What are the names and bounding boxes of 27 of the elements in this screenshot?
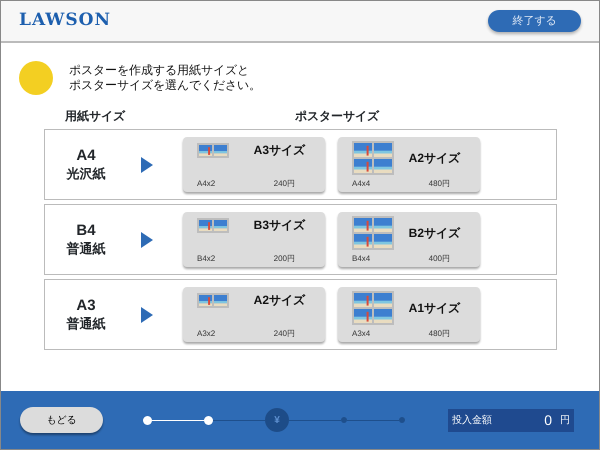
arrow-right-icon bbox=[141, 232, 153, 248]
amount-label: 投入金額 bbox=[452, 414, 492, 428]
back-button[interactable]: もどる bbox=[20, 407, 103, 433]
instruction-text: ポスターサイズを選んでください。 bbox=[69, 78, 261, 93]
logo: LAWSON bbox=[19, 9, 112, 32]
paper-type-label: 普通紙 bbox=[66, 316, 106, 332]
poster-size-button[interactable]: B3サイズ B4x2 200円 bbox=[183, 212, 325, 267]
paper-size-label: A3 bbox=[75, 297, 97, 316]
column-header: 用紙サイズ bbox=[65, 108, 126, 125]
poster-size-button[interactable]: A1サイズ A3x4 480円 bbox=[338, 287, 480, 342]
amount-value: 0 bbox=[544, 410, 552, 430]
paper-size-label: B4 bbox=[75, 222, 97, 241]
exit-button[interactable]: 終了する bbox=[488, 10, 581, 32]
currency-label: 円 bbox=[560, 414, 570, 428]
instruction-text: ポスターを作成する用紙サイズと bbox=[69, 63, 250, 78]
paper-type-label: 普通紙 bbox=[66, 240, 106, 257]
poster-size-button[interactable]: B2サイズ B4x4 400円 bbox=[338, 212, 480, 267]
column-header: ポスターサイズ bbox=[295, 108, 379, 125]
poster-size-button[interactable]: A3サイズ A4x2 240円 bbox=[183, 137, 325, 192]
paper-size-label: A4 bbox=[75, 147, 97, 166]
poster-size-button[interactable]: A2サイズ A3x2 240円 bbox=[183, 287, 325, 342]
arrow-right-icon bbox=[141, 306, 153, 322]
arrow-right-icon bbox=[141, 156, 153, 172]
status-dot-icon bbox=[19, 61, 53, 95]
poster-size-button[interactable]: A2サイズ A4x4 480円 bbox=[338, 137, 480, 192]
coin-step-icon: ¥ bbox=[265, 408, 289, 432]
paper-type-label: 光沢紙 bbox=[65, 166, 106, 182]
